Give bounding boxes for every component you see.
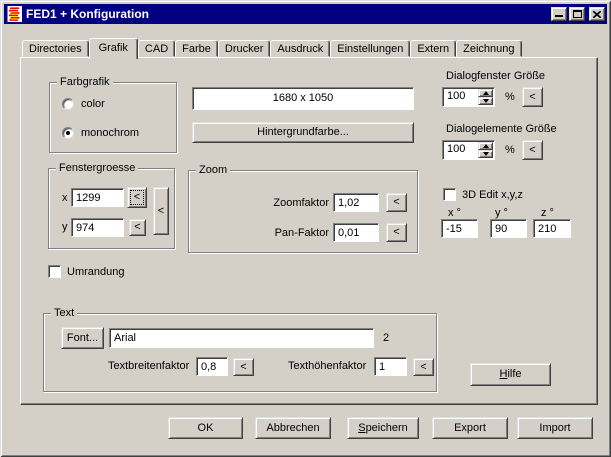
umrandung-label: Umrandung	[67, 266, 124, 278]
titlebar[interactable]: FED1 + Konfiguration	[4, 4, 607, 24]
window-y-history-button[interactable]: <	[129, 219, 146, 236]
help-button[interactable]: Hilfe	[470, 363, 551, 386]
dialogfenster-size-value[interactable]: 100	[443, 88, 478, 106]
fenstergroesse-group: Fenstergroesse x < y < <	[48, 168, 175, 249]
down-arrow-icon	[483, 99, 489, 103]
angle-y-input[interactable]	[490, 219, 527, 238]
spin-up-button[interactable]	[478, 142, 493, 150]
monochrom-radio[interactable]	[62, 127, 74, 139]
save-button[interactable]: Speichern	[347, 417, 419, 439]
panfaktor-history-button[interactable]: <	[386, 223, 407, 242]
ok-button[interactable]: OK	[168, 417, 243, 439]
radio-selected-dot	[66, 131, 70, 135]
export-button[interactable]: Export	[432, 417, 508, 439]
fenstergroesse-group-title: Fenstergroesse	[56, 162, 138, 174]
dialogelemente-size-spinner: 100	[442, 140, 495, 160]
tab-directories[interactable]: Directories	[22, 40, 89, 57]
dialogelemente-label: Dialogelemente Größe	[446, 123, 557, 135]
window-x-label: x	[62, 192, 68, 204]
background-color-button[interactable]: Hintergrundfarbe...	[192, 122, 414, 143]
panfaktor-input[interactable]	[333, 223, 379, 242]
farbgrafik-group: Farbgrafik color monochrom	[49, 82, 177, 153]
tab-cad[interactable]: CAD	[138, 40, 175, 57]
minimize-button[interactable]	[551, 7, 567, 21]
panfaktor-label: Pan-Faktor	[249, 227, 329, 239]
resolution-display: 1680 x 1050	[192, 87, 414, 110]
down-arrow-icon	[483, 152, 489, 156]
tab-zeichnung[interactable]: Zeichnung	[456, 40, 521, 57]
texthoehenfaktor-history-button[interactable]: <	[413, 358, 434, 376]
spin-down-button[interactable]	[478, 97, 493, 105]
window-title: FED1 + Konfiguration	[26, 7, 549, 21]
dialog-window: FED1 + Konfiguration Directories Grafik …	[0, 0, 611, 457]
dialogfenster-label: Dialogfenster Größe	[446, 70, 545, 82]
umrandung-checkbox[interactable]	[48, 265, 61, 278]
zoomfaktor-input[interactable]	[333, 193, 379, 212]
tab-einstellungen[interactable]: Einstellungen	[330, 40, 410, 57]
up-arrow-icon	[483, 144, 489, 148]
minimize-icon	[555, 15, 563, 17]
app-spring-icon	[6, 6, 22, 22]
farbgrafik-group-title: Farbgrafik	[57, 76, 113, 88]
dialogfenster-unit: %	[505, 91, 515, 103]
dialogelemente-unit: %	[505, 144, 515, 156]
window-y-label: y	[62, 221, 68, 233]
window-xy-history-button[interactable]: <	[153, 187, 169, 235]
dialogfenster-size-spinner: 100	[442, 87, 495, 107]
font-name-input[interactable]	[109, 328, 374, 348]
tab-extern[interactable]: Extern	[410, 40, 456, 57]
edit3d-checkbox[interactable]	[443, 188, 456, 201]
window-x-history-button[interactable]: <	[127, 187, 147, 208]
angle-y-label: y °	[495, 207, 508, 219]
up-arrow-icon	[483, 91, 489, 95]
angle-x-label: x °	[448, 207, 461, 219]
angle-x-input[interactable]	[441, 219, 478, 238]
zoom-group-title: Zoom	[196, 164, 230, 176]
zoom-group: Zoom Zoomfaktor < Pan-Faktor <	[188, 170, 418, 253]
textbreitenfaktor-label: Textbreitenfaktor	[108, 360, 189, 372]
window-y-input[interactable]	[71, 218, 124, 237]
spin-down-button[interactable]	[478, 150, 493, 158]
color-radio-label: color	[81, 98, 105, 110]
text-group: Text Font... 2 Textbreitenfaktor < Texth…	[43, 313, 437, 392]
zoomfaktor-history-button[interactable]: <	[386, 193, 407, 212]
maximize-icon	[573, 10, 582, 18]
color-radio[interactable]	[62, 98, 74, 110]
texthoehenfaktor-input[interactable]	[374, 357, 407, 376]
angle-z-input[interactable]	[533, 219, 571, 238]
tab-farbe[interactable]: Farbe	[175, 40, 218, 57]
texthoehenfaktor-label: Texthöhenfaktor	[288, 360, 366, 372]
dialogelemente-history-button[interactable]: <	[522, 140, 543, 160]
close-button[interactable]	[589, 7, 605, 21]
maximize-button[interactable]	[569, 7, 585, 21]
tab-grafik[interactable]: Grafik	[89, 38, 138, 59]
spin-up-button[interactable]	[478, 89, 493, 97]
tab-strip: Directories Grafik CAD Farbe Drucker Aus…	[22, 37, 522, 58]
edit3d-label: 3D Edit x,y,z	[462, 189, 523, 201]
spinner-buttons	[478, 141, 494, 159]
window-x-input[interactable]	[71, 188, 124, 207]
tab-drucker[interactable]: Drucker	[218, 40, 271, 57]
dialogfenster-history-button[interactable]: <	[522, 87, 543, 107]
zoomfaktor-label: Zoomfaktor	[249, 197, 329, 209]
angle-z-label: z °	[541, 207, 554, 219]
font-button[interactable]: Font...	[61, 327, 104, 349]
close-icon	[593, 11, 601, 18]
textbreitenfaktor-input[interactable]	[196, 357, 228, 376]
spinner-buttons	[478, 88, 494, 106]
dialogelemente-size-value[interactable]: 100	[443, 141, 478, 159]
tab-ausdruck[interactable]: Ausdruck	[270, 40, 330, 57]
font-number-value: 2	[383, 332, 389, 344]
import-button[interactable]: Import	[517, 417, 593, 439]
textbreitenfaktor-history-button[interactable]: <	[233, 358, 254, 376]
monochrom-radio-label: monochrom	[81, 127, 139, 139]
text-group-title: Text	[51, 307, 77, 319]
cancel-button[interactable]: Abbrechen	[255, 417, 331, 439]
